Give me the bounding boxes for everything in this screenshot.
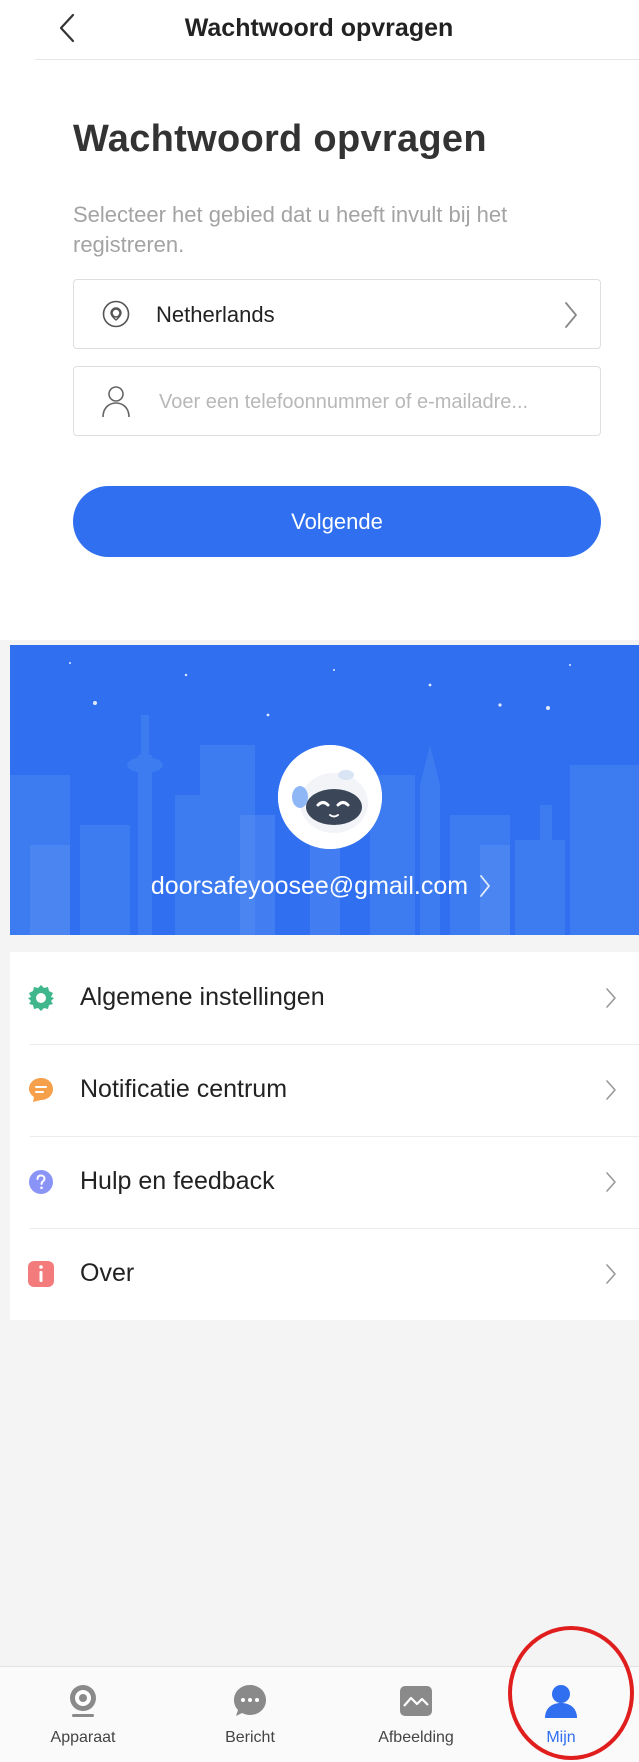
chevron-right-icon (605, 1258, 625, 1290)
profile-banner: doorsafeyoosee@gmail.com (10, 645, 639, 935)
nav-title: Wachtwoord opvragen (184, 14, 454, 42)
profile-screen: doorsafeyoosee@gmail.com Algemene instel… (0, 640, 639, 1762)
account-row[interactable]: doorsafeyoosee@gmail.com (10, 871, 639, 901)
tab-label: Afbeelding (378, 1729, 454, 1746)
user-icon (96, 381, 136, 421)
menu-item-label: Notificatie centrum (80, 1075, 288, 1103)
tab-apparaat[interactable]: Apparaat (23, 1681, 143, 1759)
settings-menu: Algemene instellingen Notificatie centru… (10, 952, 639, 1320)
info-icon (27, 1260, 55, 1288)
account-email: doorsafeyoosee@gmail.com (150, 871, 469, 900)
chevron-right-icon (478, 871, 498, 901)
tab-label: Mijn (546, 1729, 576, 1746)
tab-bar: Apparaat Bericht Afbeelding Mijn (0, 1666, 639, 1762)
tab-label: Bericht (225, 1729, 275, 1746)
chat-icon (228, 1681, 272, 1721)
gear-icon (27, 984, 55, 1012)
menu-item-about[interactable]: Over (10, 1228, 639, 1320)
region-selector[interactable]: Netherlands (73, 279, 601, 349)
menu-item-label: Algemene instellingen (80, 983, 325, 1011)
chevron-right-icon (605, 1166, 625, 1198)
chevron-right-icon (605, 982, 625, 1014)
next-button[interactable]: Volgende (73, 486, 601, 557)
tab-afbeelding[interactable]: Afbeelding (356, 1681, 476, 1759)
region-hint: Selecteer het gebied dat u heeft invult … (73, 202, 508, 257)
tab-label: Apparaat (50, 1729, 116, 1746)
menu-item-help-feedback[interactable]: Hulp en feedback (10, 1136, 639, 1228)
menu-item-notification-center[interactable]: Notificatie centrum (10, 1044, 639, 1136)
chevron-right-icon (605, 1074, 625, 1106)
nav-bar: Wachtwoord opvragen (35, 0, 639, 60)
account-field[interactable] (73, 366, 601, 436)
account-input[interactable] (159, 385, 589, 419)
person-icon (539, 1681, 583, 1721)
image-icon (394, 1681, 438, 1721)
menu-item-label: Hulp en feedback (80, 1167, 275, 1195)
password-request-screen: Wachtwoord opvragen Wachtwoord opvragen … (0, 0, 639, 640)
robot-avatar-icon (278, 745, 382, 849)
page-title: Wachtwoord opvragen (73, 118, 487, 160)
region-value: Netherlands (156, 302, 275, 327)
menu-item-label: Over (80, 1259, 135, 1287)
chevron-right-icon (556, 295, 586, 335)
tab-mijn[interactable]: Mijn (501, 1681, 621, 1759)
tab-bericht[interactable]: Bericht (190, 1681, 310, 1759)
menu-item-general-settings[interactable]: Algemene instellingen (10, 952, 639, 1044)
help-icon (27, 1168, 55, 1196)
camera-icon (61, 1681, 105, 1721)
message-icon (27, 1076, 55, 1104)
location-pin-icon (96, 294, 136, 334)
avatar[interactable] (278, 745, 382, 849)
